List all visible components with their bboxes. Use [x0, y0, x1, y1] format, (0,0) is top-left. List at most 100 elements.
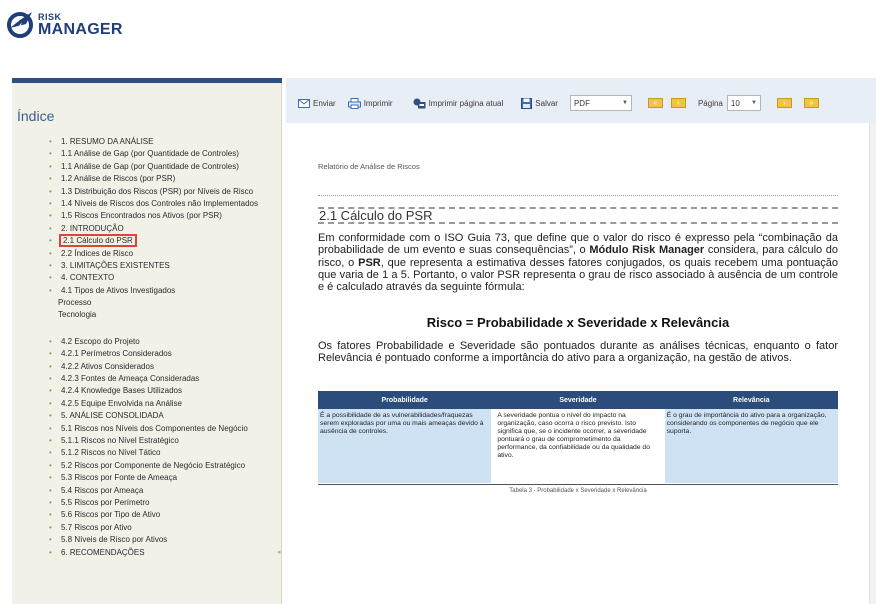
- toc-item[interactable]: • 2.1 Cálculo do PSR: [12, 234, 281, 248]
- print-button[interactable]: Imprimir: [347, 97, 393, 109]
- toc-item[interactable]: • 5.4 Riscos por Ameaça: [12, 485, 281, 497]
- floppy-disk-icon: [521, 97, 533, 109]
- toc-item-label: 5.2 Riscos por Componente de Negócio Est…: [61, 460, 246, 470]
- toc-item[interactable]: • 4.2.2 Ativos Considerados: [12, 361, 281, 373]
- document-header: Relatório de Análise de Riscos: [318, 162, 420, 171]
- risk-manager-logo-icon: [7, 12, 33, 38]
- toc-item[interactable]: • 1. RESUMO DA ANÁLISE: [12, 136, 281, 148]
- toc-item[interactable]: • 5. ANÁLISE CONSOLIDADA: [12, 410, 281, 422]
- bullet-icon: •: [49, 473, 52, 483]
- bullet-icon: •: [49, 411, 52, 421]
- save-button[interactable]: Salvar: [521, 97, 558, 109]
- toc-item[interactable]: • 1.1 Análise de Gap (por Quantidade de C…: [12, 161, 281, 173]
- double-chevron-right-icon: »: [809, 99, 814, 107]
- toc-item[interactable]: • 6. RECOMENDAÇÕES: [12, 547, 281, 559]
- bullet-icon: •: [49, 223, 52, 233]
- bullet-icon: •: [49, 547, 52, 557]
- toc-item-label: 2.2 Índices de Risco: [61, 248, 134, 258]
- toc-item[interactable]: • 5.2 Riscos por Componente de Negócio Es…: [12, 460, 281, 472]
- table-row: É a possibilidade de as vulnerabilidades…: [318, 409, 838, 483]
- bullet-icon: •: [49, 374, 52, 384]
- table-header-probabilidade: Probabilidade: [318, 391, 492, 409]
- last-page-button[interactable]: »: [803, 98, 819, 108]
- bullet-icon: •: [49, 386, 52, 396]
- toc-item-label: 5.1 Riscos nos Níveis dos Componentes de…: [61, 423, 248, 433]
- toc-item-label: 1.1 Análise de Gap (por Quantidade de Co…: [61, 161, 239, 171]
- bullet-icon: •: [49, 273, 52, 283]
- toc-item[interactable]: • 1.5 Riscos Encontrados nos Ativos (por …: [12, 210, 281, 222]
- toc-item[interactable]: • 5.1 Riscos nos Níveis dos Componentes d…: [12, 423, 281, 435]
- logo-text-big: MANAGER: [38, 20, 123, 38]
- table-cell-severidade: A severidade pontua o nível do impacto n…: [491, 409, 665, 483]
- toc-item[interactable]: • 1.1 Análise de Gap (por Quantidade de C…: [12, 148, 281, 160]
- page-number-select[interactable]: 10 ▼: [726, 95, 761, 111]
- bullet-icon: •: [49, 211, 52, 221]
- toc-item-label: 5.4 Riscos por Ameaça: [61, 485, 144, 495]
- print-current-page-button[interactable]: Imprimir página atual: [413, 98, 504, 109]
- toc-item[interactable]: • 4.2.4 Knowledge Bases Utilizados: [12, 385, 281, 397]
- send-label: Enviar: [313, 98, 336, 108]
- toc-item[interactable]: • 1.2 Análise de Riscos (por PSR): [12, 173, 281, 185]
- toc-item[interactable]: • 5.6 Riscos por Tipo de Ativo: [12, 509, 281, 521]
- toc-item-label: 4.2.5 Equipe Envolvida na Análise: [61, 398, 182, 408]
- previous-page-button[interactable]: ‹: [670, 98, 686, 108]
- toc-item[interactable]: • 5.8 Níveis de Risco por Ativos: [12, 534, 281, 546]
- toc-item[interactable]: • 2. INTRODUÇÃO: [12, 223, 281, 235]
- bullet-icon: •: [49, 260, 52, 270]
- save-label: Salvar: [535, 98, 558, 108]
- bullet-icon: •: [49, 137, 52, 146]
- next-page-button[interactable]: ›: [776, 98, 792, 108]
- toc-item-label: 5.3 Riscos por Fonte de Ameaça: [61, 473, 178, 483]
- bullet-icon: •: [49, 236, 52, 246]
- toc-item[interactable]: • 2.2 Índices de Risco: [12, 248, 281, 260]
- toc-item-label: 4.2.2 Ativos Considerados: [61, 361, 154, 371]
- toc-spacer: [12, 322, 281, 336]
- toc-item[interactable]: • 4.1 Tipos de Ativos Investigados: [12, 285, 281, 297]
- table-cell-probabilidade: É a possibilidade de as vulnerabilidades…: [318, 409, 492, 483]
- toc-item-label: 4.2.1 Perímetros Considerados: [61, 349, 172, 359]
- toc-item[interactable]: • 4.2.5 Equipe Envolvida na Análise: [12, 398, 281, 410]
- toc-item-label: 4.2.3 Fontes de Ameaça Consideradas: [61, 374, 200, 384]
- factors-paragraph: Os fatores Probabilidade e Severidade sã…: [318, 340, 838, 365]
- toc-item[interactable]: Tecnologia: [12, 309, 281, 321]
- collapse-sidebar-icon[interactable]: ◂: [277, 548, 281, 556]
- table-cell-relevancia: É o grau de importância do ativo para a …: [664, 409, 838, 483]
- bullet-icon: •: [49, 361, 52, 371]
- printer-icon: [347, 97, 361, 109]
- toc-item[interactable]: • 4.2.3 Fontes de Ameaça Consideradas: [12, 373, 281, 385]
- toc-item[interactable]: • 4. CONTEXTO: [12, 272, 281, 284]
- risk-formula: Risco = Probabilidade x Severidade x Rel…: [426, 315, 730, 330]
- print-current-page-label: Imprimir página atual: [428, 98, 504, 108]
- table-header-severidade: Severidade: [491, 391, 665, 409]
- toc-item-label: 3. LIMITAÇÕES EXISTENTES: [61, 260, 170, 270]
- toc-item[interactable]: • 5.1.2 Riscos no Nível Tático: [12, 447, 281, 459]
- export-format-select[interactable]: PDF ▼: [569, 95, 632, 111]
- toc-item[interactable]: • 5.5 Riscos por Perímetro: [12, 497, 281, 509]
- toc-item-label: 5.6 Riscos por Tipo de Ativo: [61, 510, 161, 520]
- toc-item-label: 5.1.1 Riscos no Nível Estratégico: [61, 435, 179, 445]
- module-name-bold: Módulo Risk Manager: [589, 244, 705, 257]
- bullet-icon: •: [49, 435, 52, 445]
- section-title: 2.1 Cálculo do PSR: [318, 207, 838, 224]
- toc-item[interactable]: • 1.4 Níveis de Riscos dos Controles não …: [12, 198, 281, 210]
- psr-bold: PSR: [358, 256, 381, 269]
- toc-item[interactable]: • 5.7 Riscos por Ativo: [12, 522, 281, 534]
- send-button[interactable]: Enviar: [298, 98, 336, 108]
- toc-item[interactable]: • 5.3 Riscos por Fonte de Ameaça: [12, 472, 281, 484]
- toc-item-label: 6. RECOMENDAÇÕES: [61, 547, 145, 557]
- bullet-icon: •: [49, 186, 52, 196]
- first-page-button[interactable]: «: [647, 98, 663, 108]
- page-scrollbar[interactable]: [869, 123, 876, 604]
- toc-item[interactable]: Processo: [12, 297, 281, 309]
- toc-item[interactable]: • 5.1.1 Riscos no Nível Estratégico: [12, 435, 281, 447]
- toc-item-label: 1.3 Distribuição dos Riscos (PSR) por Ní…: [61, 186, 254, 196]
- toc-item[interactable]: • 4.2 Escopo do Projeto: [12, 336, 281, 348]
- toc-item[interactable]: • 1.3 Distribuição dos Riscos (PSR) por N…: [12, 186, 281, 198]
- toc-list: • 1. RESUMO DA ANÁLISE • 1.1 Análise de Gap…: [12, 136, 281, 559]
- chevron-left-icon: ‹: [677, 99, 680, 107]
- bullet-icon: •: [49, 336, 52, 346]
- bullet-icon: •: [49, 497, 52, 507]
- toc-item[interactable]: • 3. LIMITAÇÕES EXISTENTES: [12, 260, 281, 272]
- bullet-icon: •: [49, 460, 52, 470]
- toc-item[interactable]: • 4.2.1 Perímetros Considerados: [12, 348, 281, 360]
